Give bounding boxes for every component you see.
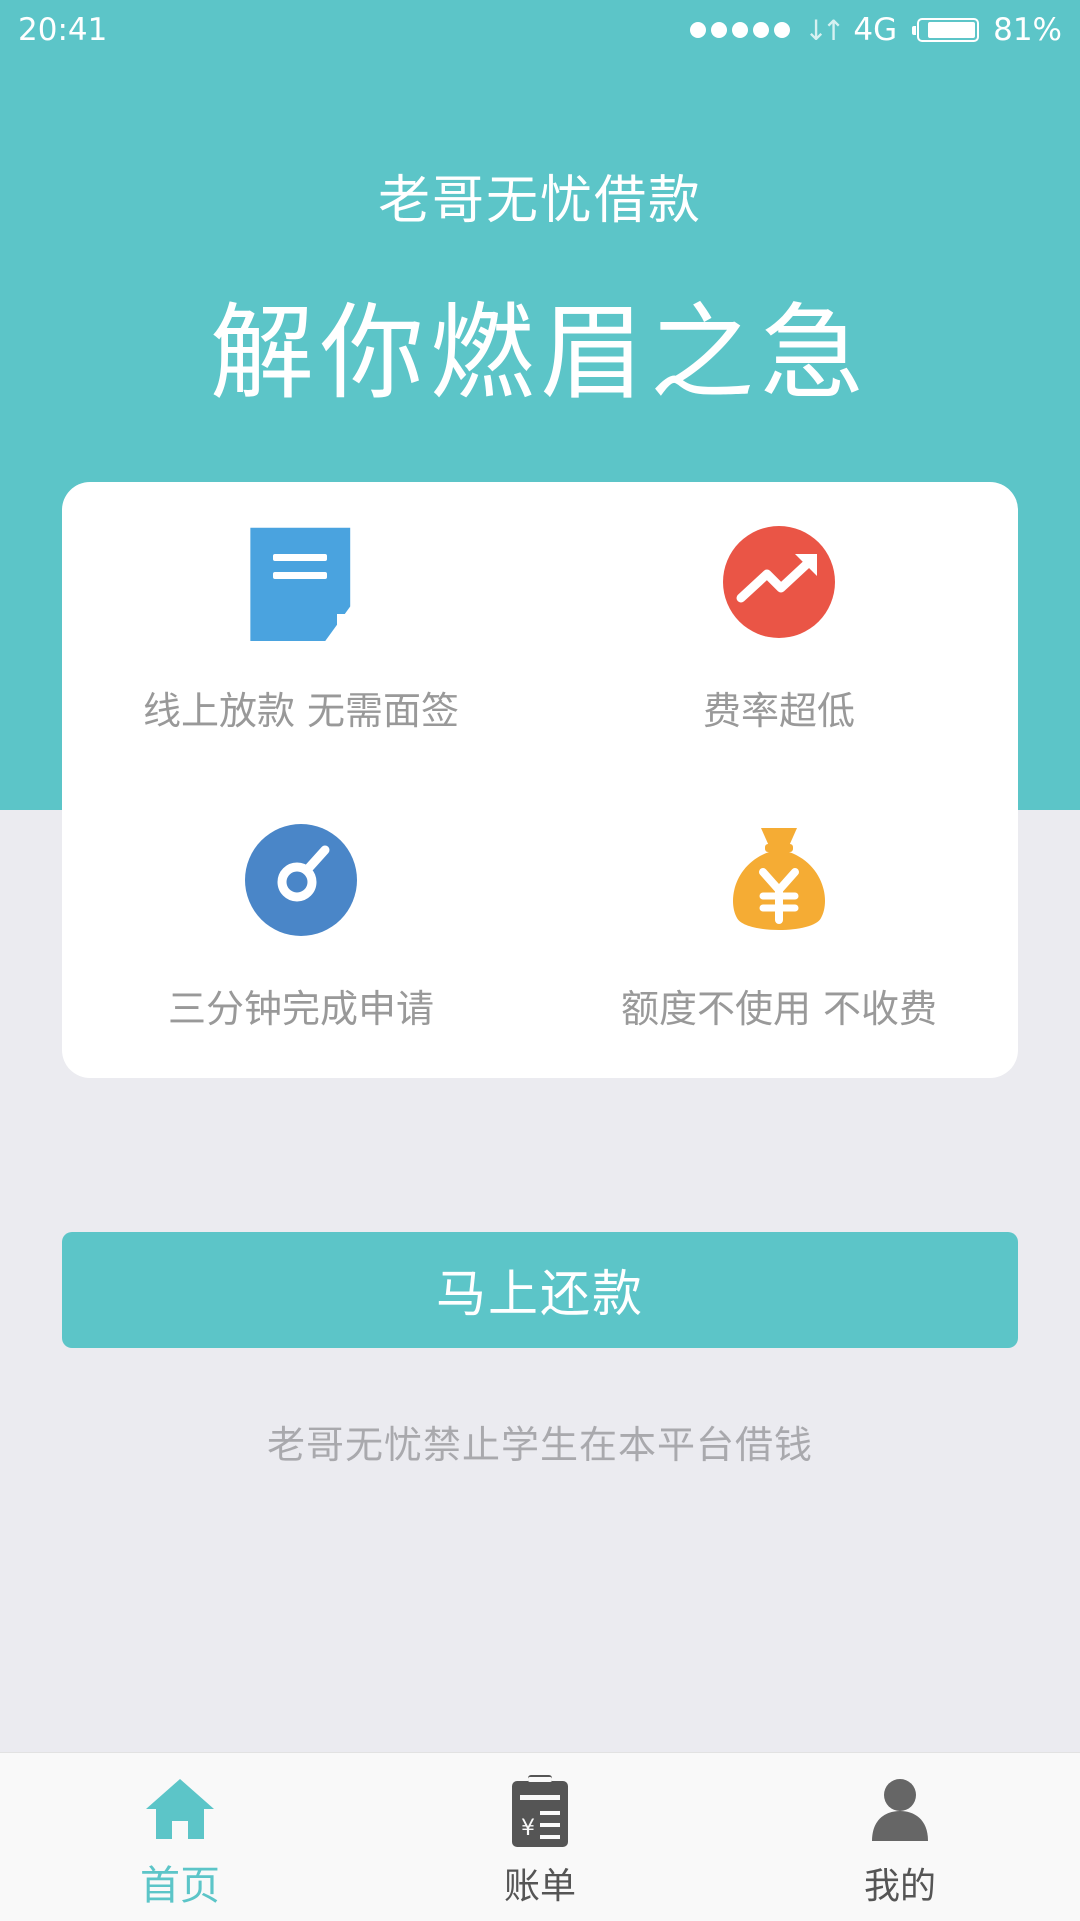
tab-label: 首页 bbox=[140, 1863, 220, 1909]
tab-mine[interactable]: 我的 bbox=[720, 1753, 1080, 1921]
home-icon bbox=[146, 1779, 214, 1839]
document-icon bbox=[250, 527, 359, 642]
feature-label: 额度不使用 不收费 bbox=[620, 987, 938, 1031]
feature-no-fee: 额度不使用 不收费 bbox=[540, 780, 1018, 1078]
feature-online-loan: 线上放款 无需面签 bbox=[62, 482, 540, 780]
signal-strength-icon bbox=[690, 22, 791, 38]
hero-slogan: 解你燃眉之急 bbox=[209, 292, 870, 414]
money-bag-icon bbox=[732, 828, 826, 930]
feature-label: 线上放款 无需面签 bbox=[142, 689, 460, 733]
user-icon bbox=[872, 1779, 928, 1841]
svg-text:¥: ¥ bbox=[521, 1816, 535, 1841]
gauge-icon bbox=[245, 824, 357, 936]
status-time: 20:41 bbox=[18, 12, 108, 48]
bottom-tab-bar: 首页 ¥ 账单 我的 bbox=[0, 1752, 1080, 1921]
feature-quick-apply: 三分钟完成申请 bbox=[62, 780, 540, 1078]
trend-up-icon bbox=[723, 526, 835, 638]
tab-label: 账单 bbox=[503, 1866, 576, 1907]
app-title: 老哥无忧借款 bbox=[377, 171, 702, 231]
battery-level bbox=[928, 22, 976, 38]
battery-icon bbox=[912, 18, 980, 42]
repay-now-button[interactable]: 马上还款 bbox=[62, 1232, 1018, 1348]
student-notice: 老哥无忧禁止学生在本平台借钱 bbox=[266, 1423, 813, 1467]
feature-label: 费率超低 bbox=[702, 689, 855, 733]
data-transfer-icon: ↓↑ bbox=[804, 13, 845, 47]
feature-card: 线上放款 无需面签 费率超低 三分钟完成申请 额度不使用 不收费 bbox=[62, 482, 1018, 1078]
tab-home[interactable]: 首页 bbox=[0, 1753, 360, 1921]
status-indicators: ↓↑ 4G 81% bbox=[690, 12, 1062, 48]
battery-percentage: 81% bbox=[993, 12, 1062, 48]
bill-icon: ¥ bbox=[512, 1775, 568, 1847]
status-bar: 20:41 ↓↑ 4G 81% bbox=[0, 0, 1080, 62]
tab-label: 我的 bbox=[863, 1866, 936, 1907]
feature-low-rate: 费率超低 bbox=[540, 482, 1018, 780]
tab-bill[interactable]: ¥ 账单 bbox=[360, 1753, 720, 1921]
network-type: 4G bbox=[853, 12, 898, 48]
feature-label: 三分钟完成申请 bbox=[167, 987, 434, 1031]
